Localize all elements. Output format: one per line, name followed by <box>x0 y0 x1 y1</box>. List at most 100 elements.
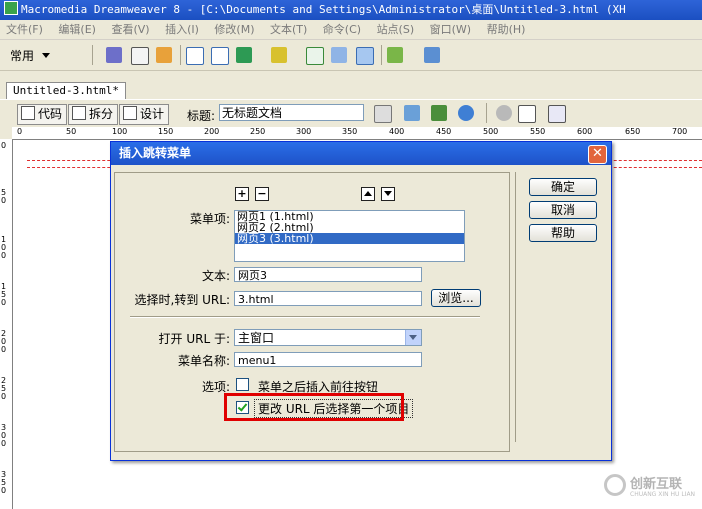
move-item-down-button[interactable] <box>381 187 395 201</box>
transfer-icon[interactable] <box>431 105 447 121</box>
ruler-tick-label: 150 <box>1 282 7 307</box>
split-view-icon <box>72 106 86 120</box>
menu-commands[interactable]: 命令(C) <box>317 20 367 39</box>
document-tab[interactable]: Untitled-3.html* <box>6 82 126 100</box>
toolbar-divider <box>92 45 93 65</box>
ruler-tick-label: 350 <box>1 470 7 495</box>
preview-in-browser-icon[interactable] <box>458 105 474 121</box>
menu-window[interactable]: 窗口(W) <box>424 20 477 39</box>
media-icon[interactable] <box>271 47 287 63</box>
insert-category-label: 常用 <box>10 49 35 63</box>
layer-icon[interactable] <box>211 47 229 65</box>
watermark-icon <box>604 474 626 496</box>
list-item-selected[interactable]: 网页3 (3.html) <box>235 233 464 244</box>
toolbar-divider <box>180 45 181 65</box>
hyperlink-icon[interactable] <box>106 47 122 63</box>
date-icon[interactable] <box>306 47 324 65</box>
browse-button[interactable]: 浏览... <box>431 289 481 307</box>
code-view-icon <box>21 106 35 120</box>
ruler-tick-label: 0 <box>17 127 23 136</box>
page-title-label: 标题: <box>187 109 216 123</box>
ruler-tick-label: 650 <box>625 127 641 136</box>
url-field[interactable]: 3.html <box>234 291 422 306</box>
chevron-down-icon[interactable] <box>405 330 421 345</box>
arrow-up-icon <box>364 191 372 196</box>
toolbar-divider <box>486 103 487 123</box>
tag-chooser-icon[interactable] <box>424 47 440 63</box>
arrow-down-icon <box>384 191 392 196</box>
ruler-tick-label: 200 <box>1 329 7 354</box>
menu-view[interactable]: 查看(V) <box>105 20 155 39</box>
ruler-tick-label: 400 <box>389 127 405 136</box>
page-title-input[interactable]: 无标题文档 <box>219 104 364 121</box>
ruler-tick-label: 700 <box>672 127 688 136</box>
text-label: 文本: <box>201 269 230 283</box>
window-title: Macromedia Dreamweaver 8 - [C:\Documents… <box>21 3 626 16</box>
chevron-down-icon <box>42 53 51 58</box>
help-button[interactable]: 帮助 <box>529 224 597 242</box>
ruler-tick-label: 50 <box>1 188 7 205</box>
add-item-button[interactable]: + <box>235 187 249 201</box>
options-label: 选项: <box>201 380 230 394</box>
comment-icon[interactable] <box>356 47 374 65</box>
ruler-tick-label: 200 <box>204 127 220 136</box>
toolbar-divider <box>381 45 382 65</box>
move-item-up-button[interactable] <box>361 187 375 201</box>
ruler-tick-label: 300 <box>1 423 7 448</box>
cancel-button[interactable]: 取消 <box>529 201 597 219</box>
menu-modify[interactable]: 修改(M) <box>208 20 260 39</box>
split-view-button[interactable]: 拆分 <box>68 104 119 125</box>
ruler-origin[interactable] <box>0 127 12 139</box>
ruler-tick-label: 350 <box>342 127 358 136</box>
open-url-selected-value: 主窗口 <box>238 331 275 345</box>
ruler-tick-label: 150 <box>158 127 174 136</box>
ruler-tick-label: 0 <box>1 141 7 150</box>
menu-text[interactable]: 文本(T) <box>264 20 313 39</box>
watermark-logo: 创新互联 CHUANG XIN HU LIAN <box>604 470 702 509</box>
menu-items-list[interactable]: 网页1 (1.html) 网页2 (2.html) 网页3 (3.html) <box>234 210 465 262</box>
highlight-box <box>224 393 404 421</box>
menu-name-field[interactable]: menu1 <box>234 352 422 367</box>
code-view-button[interactable]: 代码 <box>17 104 68 125</box>
table-icon[interactable] <box>186 47 204 65</box>
design-view-button[interactable]: 设计 <box>119 104 170 125</box>
close-icon[interactable]: ✕ <box>588 145 607 164</box>
dreamweaver-app-icon <box>4 1 18 15</box>
open-url-select[interactable]: 主窗口 <box>234 329 422 346</box>
menu-insert[interactable]: 插入(I) <box>159 20 205 39</box>
watermark-text: 创新互联 <box>630 477 683 492</box>
ruler-tick-label: 50 <box>66 127 77 136</box>
ok-button[interactable]: 确定 <box>529 178 597 196</box>
ruler-tick-label: 300 <box>296 127 312 136</box>
menu-edit[interactable]: 编辑(E) <box>52 20 102 39</box>
refresh-icon[interactable] <box>496 105 512 121</box>
menu-file[interactable]: 文件(F) <box>0 20 49 39</box>
insert-category-dropdown[interactable]: 常用 <box>10 47 51 64</box>
ruler-tick-label: 250 <box>250 127 266 136</box>
server-side-include-icon[interactable] <box>331 47 347 63</box>
image-icon[interactable] <box>236 47 252 63</box>
insert-go-button-checkbox[interactable] <box>236 378 249 391</box>
horizontal-ruler: 0 50 100 150 200 250 300 350 400 450 500… <box>12 127 702 140</box>
menu-help[interactable]: 帮助(H) <box>481 20 532 39</box>
ruler-tick-label: 450 <box>436 127 452 136</box>
menu-site[interactable]: 站点(S) <box>371 20 421 39</box>
text-field[interactable]: 网页3 <box>234 267 422 282</box>
dialog-divider <box>130 316 480 318</box>
visual-aids-icon[interactable] <box>548 105 566 123</box>
dialog-title-bar[interactable]: 插入跳转菜单 <box>111 142 611 165</box>
remove-item-button[interactable]: − <box>255 187 269 201</box>
ruler-tick-label: 100 <box>112 127 128 136</box>
design-view-icon <box>123 106 137 120</box>
email-link-icon[interactable] <box>131 47 149 65</box>
ruler-tick-label: 500 <box>483 127 499 136</box>
vertical-ruler: 0 50 100 150 200 250 300 350 <box>0 139 13 509</box>
insert-toolbar: 常用 <box>0 40 702 71</box>
design-view-label: 设计 <box>140 107 165 121</box>
view-options-icon[interactable] <box>518 105 536 123</box>
file-management-icon[interactable] <box>404 105 420 121</box>
url-label: 选择时,转到 URL: <box>134 293 230 307</box>
named-anchor-icon[interactable] <box>156 47 172 63</box>
no-browser-check-errors-icon[interactable] <box>374 105 392 123</box>
head-icon[interactable] <box>387 47 403 63</box>
